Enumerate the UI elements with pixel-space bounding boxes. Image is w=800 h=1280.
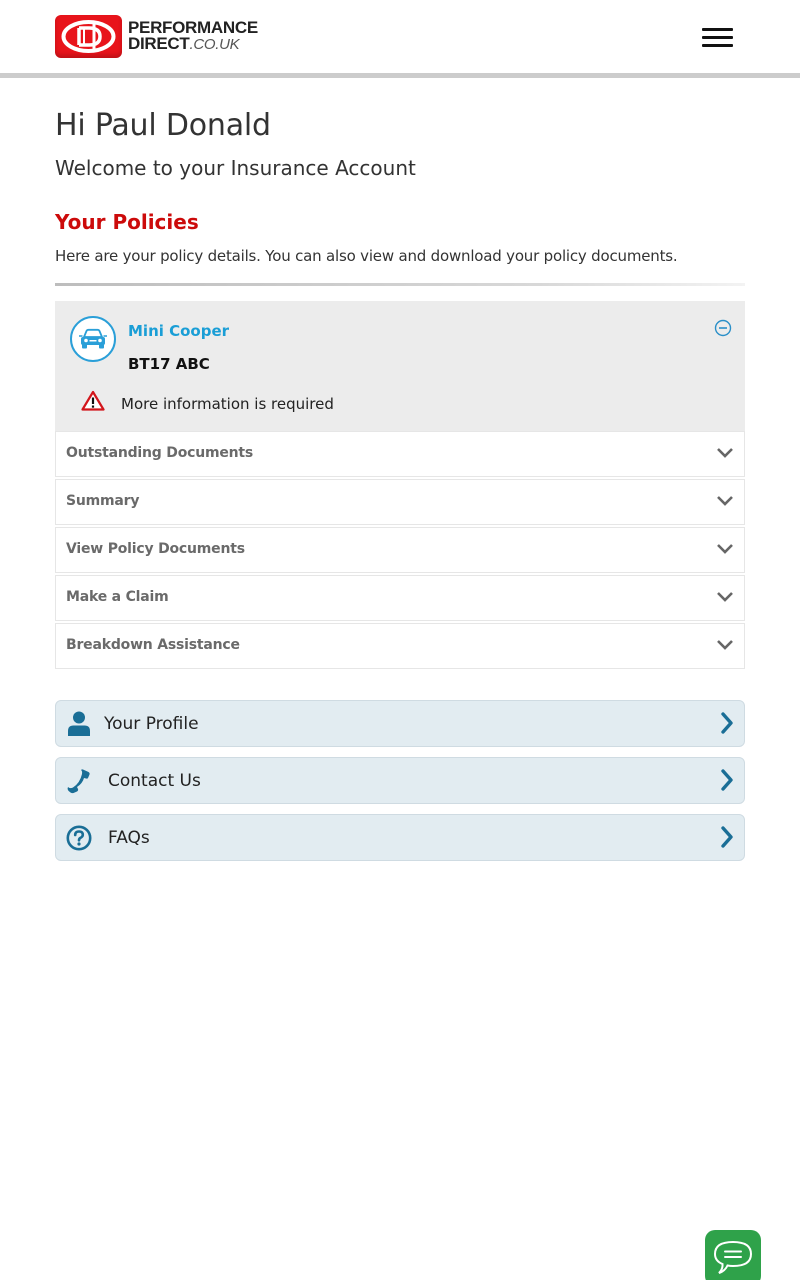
accordion-make-a-claim[interactable]: Make a Claim [55,575,745,621]
logo-mark-icon [55,15,122,58]
performance-direct-logo[interactable]: PERFORMANCE DIRECT.CO.UK [55,15,258,58]
policy-registration: BT17 ABC [128,355,210,373]
link-label: Your Profile [104,714,199,734]
car-icon [70,316,116,362]
header-divider [0,73,800,78]
your-profile-link[interactable]: Your Profile [55,700,745,747]
site-header: PERFORMANCE DIRECT.CO.UK [0,0,800,73]
accordion-view-policy-documents[interactable]: View Policy Documents [55,527,745,573]
accordion-outstanding-documents[interactable]: Outstanding Documents [55,431,745,477]
chevron-down-icon [717,640,733,650]
welcome-subtitle: Welcome to your Insurance Account [55,156,416,180]
faqs-link[interactable]: FAQs [55,814,745,861]
policy-vehicle-name: Mini Cooper [128,322,230,340]
accordion-label: Breakdown Assistance [66,637,240,653]
question-circle-icon [66,825,92,851]
chevron-down-icon [717,592,733,602]
warning-triangle-icon [81,390,105,415]
link-label: Contact Us [108,771,201,791]
chevron-right-icon [721,712,733,734]
accordion-label: Summary [66,493,140,509]
logo-text-direct: DIRECT.CO.UK [128,34,258,53]
accordion-label: Outstanding Documents [66,445,254,461]
chevron-down-icon [717,448,733,458]
accordion-label: View Policy Documents [66,541,245,557]
user-icon [66,711,92,737]
phone-icon [66,768,92,794]
section-divider [55,283,745,286]
policy-sections-accordion: Outstanding Documents Summary View Polic… [55,431,745,671]
greeting-title: Hi Paul Donald [55,108,271,143]
accordion-breakdown-assistance[interactable]: Breakdown Assistance [55,623,745,669]
chevron-right-icon [721,769,733,791]
chevron-down-icon [717,496,733,506]
policies-description: Here are your policy details. You can al… [55,247,678,265]
accordion-label: Make a Claim [66,589,169,605]
policy-alert-message: More information is required [121,395,334,413]
logo-text-direct-bold: DIRECT [128,34,190,53]
chat-bubble-icon [713,1240,753,1274]
hamburger-line [702,44,733,47]
chat-button[interactable] [705,1230,761,1280]
hamburger-line [702,28,733,31]
policy-card: Mini Cooper BT17 ABC More information is… [55,301,745,431]
collapse-minus-icon[interactable] [714,319,732,337]
logo-text-domain: .CO.UK [189,36,240,53]
hamburger-menu-icon[interactable] [702,28,734,50]
chevron-down-icon [717,544,733,554]
hamburger-line [702,36,733,39]
accordion-summary[interactable]: Summary [55,479,745,525]
contact-us-link[interactable]: Contact Us [55,757,745,804]
link-label: FAQs [108,828,150,848]
policies-heading: Your Policies [55,210,199,234]
chevron-right-icon [721,826,733,848]
